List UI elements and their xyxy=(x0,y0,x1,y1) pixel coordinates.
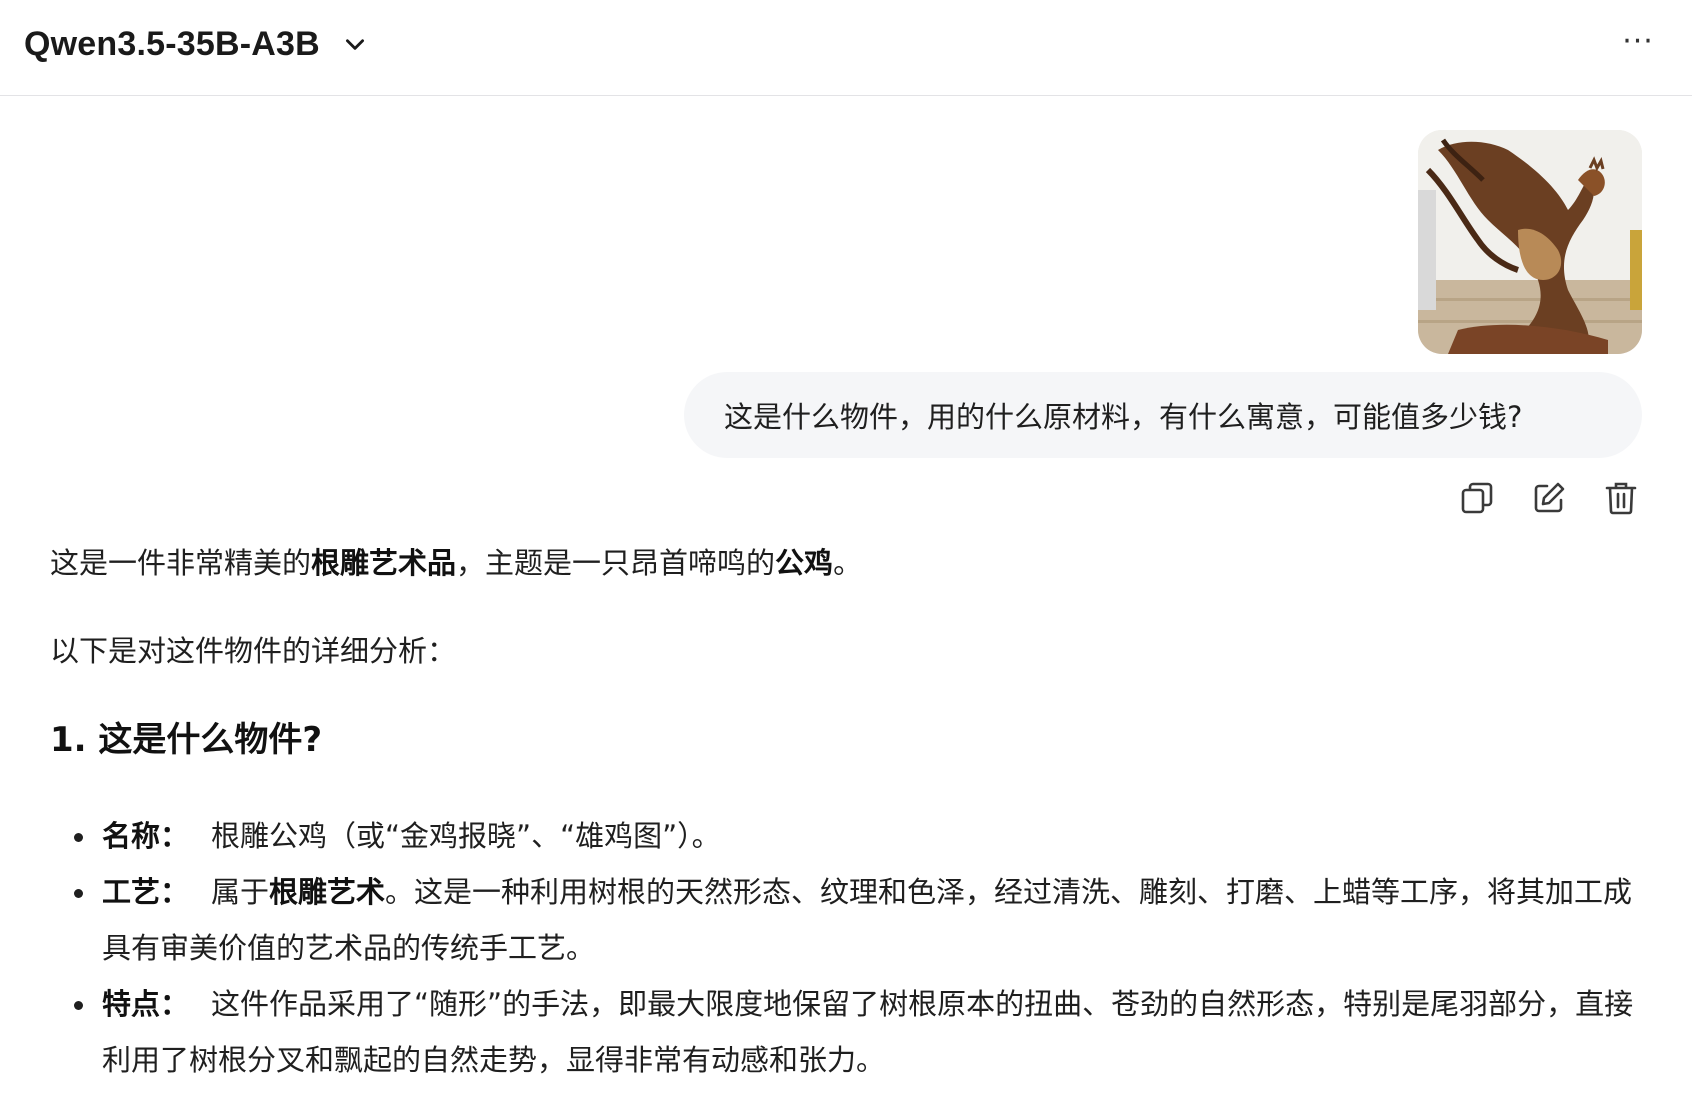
user-message-text: 这是什么物件，用的什么原材料，有什么寓意，可能值多少钱? xyxy=(724,400,1523,434)
rooster-carving-photo xyxy=(1418,130,1642,354)
copy-icon xyxy=(1461,482,1493,514)
chevron-down-icon xyxy=(345,39,364,50)
model-name: Qwen3.5-35B-A3B xyxy=(24,24,320,63)
intro-text-1: 这是一件非常精美的 xyxy=(50,546,312,580)
detail-list: 名称： 根雕公鸡（或“金鸡报晓”、“雄鸡图”）。 工艺： 属于根雕艺术。这是一种利用… xyxy=(50,808,1650,1088)
user-uploaded-image[interactable] xyxy=(1418,130,1642,354)
edit-icon xyxy=(1534,482,1565,513)
list-item: 名称： 根雕公鸡（或“金鸡报晓”、“雄鸡图”）。 xyxy=(50,808,1650,864)
copy-button[interactable] xyxy=(1455,476,1499,520)
top-bar: Qwen3.5-35B-A3B ··· xyxy=(0,0,1692,96)
model-selector[interactable]: Qwen3.5-35B-A3B xyxy=(24,20,368,68)
list-item: 工艺： 属于根雕艺术。这是一种利用树根的天然形态、纹理和色泽，经过清洗、雕刻、打磨… xyxy=(50,864,1650,976)
list-item: 特点： 这件作品采用了“随形”的手法，即最大限度地保留了树根原本的扭曲、苍劲的自然… xyxy=(50,976,1650,1088)
trash-icon xyxy=(1605,482,1637,515)
answer-intro: 这是一件非常精美的根雕艺术品，主题是一只昂首啼鸣的公鸡。 xyxy=(50,540,862,582)
list-item-bold: 根雕艺术 xyxy=(269,875,386,909)
intro-text-3: 。 xyxy=(833,546,863,580)
user-message-bubble: 这是什么物件，用的什么原材料，有什么寓意，可能值多少钱? xyxy=(684,372,1642,458)
section-heading-1: 1. 这是什么物件? xyxy=(50,720,323,760)
list-item-text: 这件作品采用了“随形”的手法，即最大限度地保留了树根原本的扭曲、苍劲的自然形态，… xyxy=(102,987,1634,1077)
list-item-text: 属于 xyxy=(211,875,270,909)
more-icon: ··· xyxy=(1622,24,1654,59)
list-item-text: 根雕公鸡（或“金鸡报晓”、“雄鸡图”）。 xyxy=(211,819,721,853)
intro-bold-2: 公鸡 xyxy=(775,546,834,580)
edit-button[interactable] xyxy=(1527,476,1571,520)
intro-bold-1: 根雕艺术品 xyxy=(311,546,457,580)
message-actions xyxy=(1455,476,1643,520)
more-options-button[interactable]: ··· xyxy=(1618,22,1658,62)
answer-intro-2: 以下是对这件物件的详细分析： xyxy=(50,634,457,668)
list-item-label: 特点： xyxy=(102,987,190,1021)
list-item-label: 名称： xyxy=(102,819,190,853)
intro-text-2: ，主题是一只昂首啼鸣的 xyxy=(456,546,776,580)
list-item-label: 工艺： xyxy=(102,875,190,909)
delete-button[interactable] xyxy=(1599,476,1643,520)
